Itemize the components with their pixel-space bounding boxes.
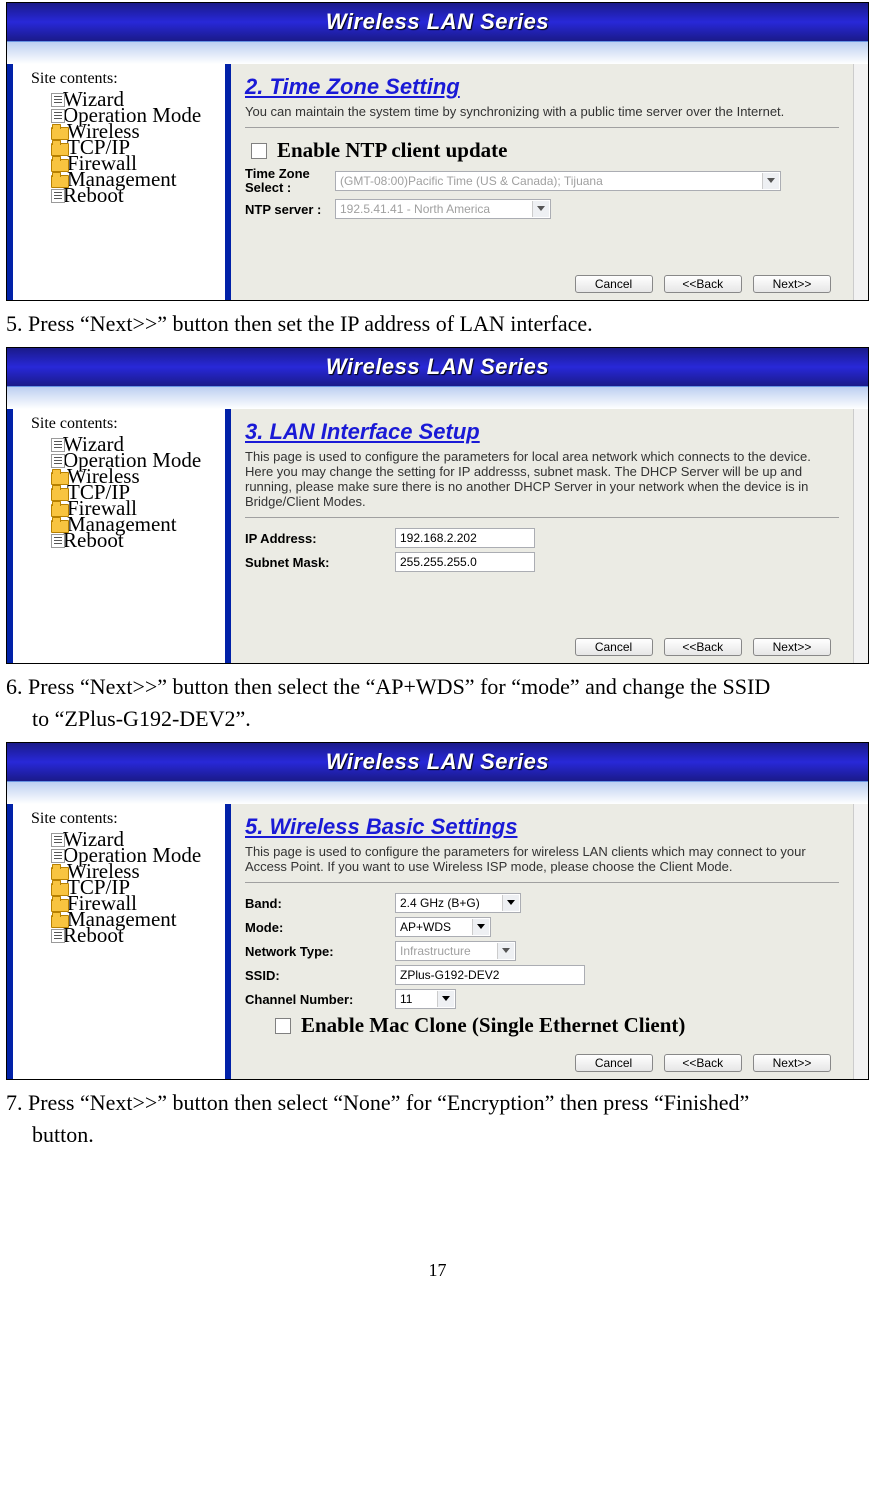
doc-icon — [51, 109, 65, 123]
ntp-checkbox[interactable] — [251, 143, 267, 159]
chevron-down-icon — [437, 991, 454, 1007]
sidebar: Site contents: Wizard Operation Mode Wir… — [13, 64, 225, 300]
back-button[interactable]: <<Back — [664, 275, 742, 293]
chevron-down-icon — [497, 943, 514, 959]
doc-icon — [51, 454, 65, 468]
ip-input[interactable]: 192.168.2.202 — [395, 528, 535, 548]
mode-label: Mode: — [245, 920, 395, 935]
sidebar-item-reboot[interactable]: Reboot — [19, 533, 219, 549]
ch-label: Channel Number: — [245, 992, 395, 1007]
scrollbar[interactable] — [853, 409, 868, 663]
tz-select[interactable]: (GMT-08:00)Pacific Time (US & Canada); T… — [335, 171, 781, 191]
ntp-label: NTP server : — [245, 202, 335, 217]
next-button[interactable]: Next>> — [753, 275, 831, 293]
chevron-down-icon — [472, 919, 489, 935]
chevron-down-icon — [762, 173, 779, 189]
nt-select[interactable]: Infrastructure — [395, 941, 516, 961]
screenshot-lan: Wireless LAN Series Site contents: Wizar… — [6, 347, 869, 664]
step-7-cont: button. — [6, 1120, 869, 1150]
page-number: 17 — [0, 1260, 875, 1301]
ip-label: IP Address: — [245, 531, 395, 546]
mac-clone-checkbox[interactable] — [275, 1018, 291, 1034]
page-title: 5. Wireless Basic Settings — [245, 814, 839, 840]
mac-clone-label: Enable Mac Clone (Single Ethernet Client… — [301, 1013, 685, 1038]
screenshot-timezone: Wireless LAN Series Site contents: Wizar… — [6, 2, 869, 301]
ntp-enable-label: Enable NTP client update — [277, 138, 507, 163]
ssid-label: SSID: — [245, 968, 395, 983]
ntp-select[interactable]: 192.5.41.41 - North America — [335, 199, 551, 219]
doc-icon — [51, 849, 65, 863]
chevron-down-icon — [502, 895, 519, 911]
back-button[interactable]: <<Back — [664, 638, 742, 656]
main-content: 3. LAN Interface Setup This page is used… — [231, 409, 853, 663]
mask-label: Subnet Mask: — [245, 555, 395, 570]
sidebar-title: Site contents: — [31, 415, 219, 433]
banner-title: Wireless LAN Series — [7, 348, 868, 386]
band-select[interactable]: 2.4 GHz (B+G) — [395, 893, 521, 913]
page-desc: This page is used to configure the param… — [245, 844, 839, 874]
step-7: 7. Press “Next>>” button then select “No… — [6, 1088, 869, 1118]
step-6: 6. Press “Next>>” button then select the… — [6, 672, 869, 702]
sidebar-item-reboot[interactable]: Reboot — [19, 928, 219, 944]
doc-icon — [51, 534, 65, 548]
scrollbar[interactable] — [853, 804, 868, 1079]
nav-tree: Wizard Operation Mode Wireless TCP/IP Fi… — [19, 92, 219, 204]
sidebar: Site contents: Wizard Operation Mode Wir… — [13, 409, 225, 663]
ch-select[interactable]: 11 — [395, 989, 456, 1009]
back-button[interactable]: <<Back — [664, 1054, 742, 1072]
chevron-down-icon — [532, 201, 549, 217]
sidebar-item-reboot[interactable]: Reboot — [19, 188, 219, 204]
nav-tree: Wizard Operation Mode Wireless TCP/IP Fi… — [19, 437, 219, 549]
page-title: 3. LAN Interface Setup — [245, 419, 839, 445]
mode-select[interactable]: AP+WDS — [395, 917, 491, 937]
doc-icon — [51, 929, 65, 943]
sidebar-title: Site contents: — [31, 70, 219, 88]
mask-input[interactable]: 255.255.255.0 — [395, 552, 535, 572]
page-desc: This page is used to configure the param… — [245, 449, 839, 509]
scrollbar[interactable] — [853, 64, 868, 300]
step-6-cont: to “ZPlus-G192-DEV2”. — [6, 704, 869, 734]
step-5: 5. Press “Next>>” button then set the IP… — [6, 309, 869, 339]
next-button[interactable]: Next>> — [753, 638, 831, 656]
page-title: 2. Time Zone Setting — [245, 74, 839, 100]
button-row: Cancel <<Back Next>> — [245, 1042, 839, 1079]
sidebar-title: Site contents: — [31, 810, 219, 828]
tz-label: Time Zone Select : — [245, 167, 335, 195]
next-button[interactable]: Next>> — [753, 1054, 831, 1072]
cancel-button[interactable]: Cancel — [575, 275, 653, 293]
cancel-button[interactable]: Cancel — [575, 638, 653, 656]
band-label: Band: — [245, 896, 395, 911]
banner-title: Wireless LAN Series — [7, 743, 868, 781]
button-row: Cancel <<Back Next>> — [245, 263, 839, 300]
banner-title: Wireless LAN Series — [7, 3, 868, 41]
button-row: Cancel <<Back Next>> — [245, 626, 839, 663]
ssid-input[interactable]: ZPlus-G192-DEV2 — [395, 965, 585, 985]
main-content: 2. Time Zone Setting You can maintain th… — [231, 64, 853, 300]
nav-tree: Wizard Operation Mode Wireless TCP/IP Fi… — [19, 832, 219, 944]
doc-icon — [51, 189, 65, 203]
sidebar: Site contents: Wizard Operation Mode Wir… — [13, 804, 225, 1079]
main-content: 5. Wireless Basic Settings This page is … — [231, 804, 853, 1079]
page-desc: You can maintain the system time by sync… — [245, 104, 839, 119]
cancel-button[interactable]: Cancel — [575, 1054, 653, 1072]
nt-label: Network Type: — [245, 944, 395, 959]
screenshot-wireless: Wireless LAN Series Site contents: Wizar… — [6, 742, 869, 1080]
